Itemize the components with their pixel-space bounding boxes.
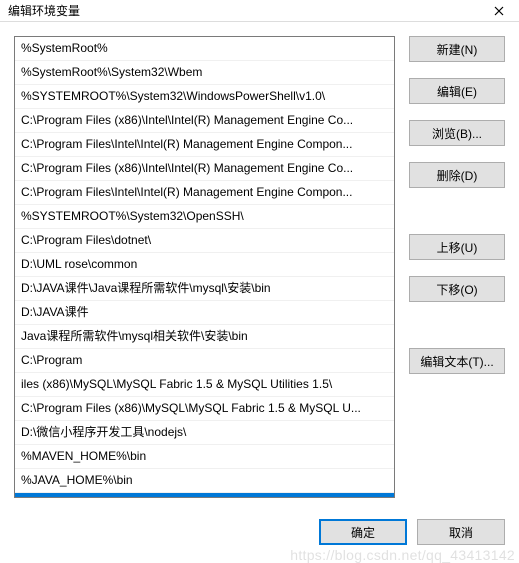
list-item[interactable]: %SystemRoot% [15,37,394,61]
watermark-text: https://blog.csdn.net/qq_43413142 [290,547,515,563]
move-down-button[interactable]: 下移(O) [409,276,505,302]
delete-button[interactable]: 删除(D) [409,162,505,188]
path-listbox[interactable]: %SystemRoot%%SystemRoot%\System32\Wbem%S… [14,36,395,498]
list-item[interactable]: %JAVA_HOME%\jre\bin [15,493,394,498]
list-item[interactable]: %SystemRoot%\System32\Wbem [15,61,394,85]
edit-text-button[interactable]: 编辑文本(T)... [409,348,505,374]
list-item[interactable]: C:\Program [15,349,394,373]
list-item[interactable]: C:\Program Files\Intel\Intel(R) Manageme… [15,181,394,205]
edit-button[interactable]: 编辑(E) [409,78,505,104]
button-sidebar: 新建(N) 编辑(E) 浏览(B)... 删除(D) 上移(U) 下移(O) 编… [409,36,505,498]
titlebar: 编辑环境变量 [0,0,519,22]
list-item[interactable]: %SYSTEMROOT%\System32\WindowsPowerShell\… [15,85,394,109]
list-item[interactable]: C:\Program Files (x86)\MySQL\MySQL Fabri… [15,397,394,421]
move-up-button[interactable]: 上移(U) [409,234,505,260]
list-item[interactable]: C:\Program Files (x86)\Intel\Intel(R) Ma… [15,109,394,133]
close-button[interactable] [479,0,519,22]
browse-button[interactable]: 浏览(B)... [409,120,505,146]
list-item[interactable]: D:\微信小程序开发工具\nodejs\ [15,421,394,445]
list-item[interactable]: %MAVEN_HOME%\bin [15,445,394,469]
list-item[interactable]: C:\Program Files\dotnet\ [15,229,394,253]
list-item[interactable]: iles (x86)\MySQL\MySQL Fabric 1.5 & MySQ… [15,373,394,397]
window-title: 编辑环境变量 [8,2,80,19]
list-item[interactable]: D:\JAVA课件\Java课程所需软件\mysql\安装\bin [15,277,394,301]
dialog-footer: 确定 取消 [319,519,505,545]
list-item[interactable]: %JAVA_HOME%\bin [15,469,394,493]
close-icon [494,6,504,16]
ok-button[interactable]: 确定 [319,519,407,545]
list-item[interactable]: Java课程所需软件\mysql相关软件\安装\bin [15,325,394,349]
cancel-button[interactable]: 取消 [417,519,505,545]
dialog-body: %SystemRoot%%SystemRoot%\System32\Wbem%S… [0,22,519,498]
list-item[interactable]: %SYSTEMROOT%\System32\OpenSSH\ [15,205,394,229]
list-item[interactable]: D:\JAVA课件 [15,301,394,325]
list-item[interactable]: D:\UML rose\common [15,253,394,277]
list-item[interactable]: C:\Program Files (x86)\Intel\Intel(R) Ma… [15,157,394,181]
list-item[interactable]: C:\Program Files\Intel\Intel(R) Manageme… [15,133,394,157]
new-button[interactable]: 新建(N) [409,36,505,62]
